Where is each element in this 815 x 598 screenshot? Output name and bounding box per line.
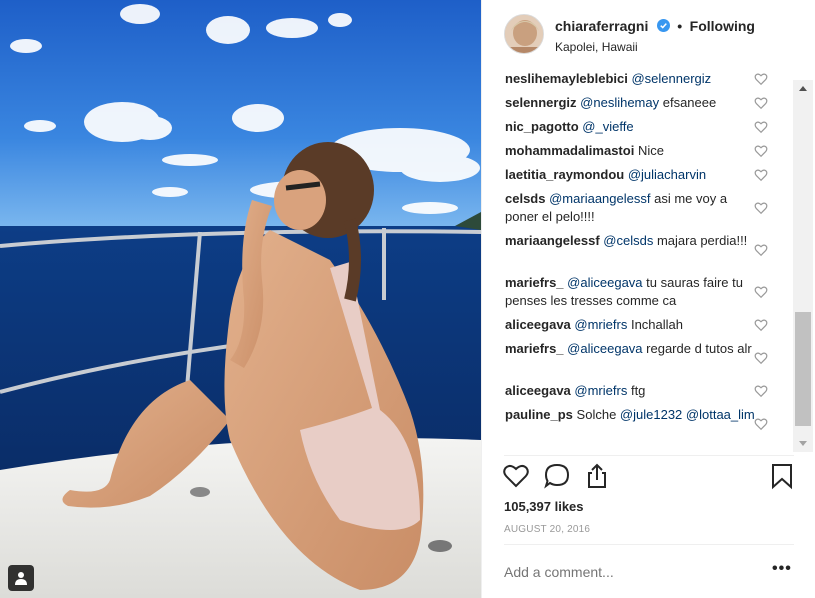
following-button[interactable]: Following	[690, 18, 755, 34]
comment-username[interactable]: aliceegava	[505, 317, 571, 332]
comment-mention[interactable]: @lottaa_lim	[686, 407, 755, 422]
comment-like-icon[interactable]	[754, 168, 768, 182]
comment-text: efsaneee	[662, 95, 717, 110]
comment-mention[interactable]: @aliceegava	[567, 275, 642, 290]
comment-item: selennergiz @neslihemay efsaneee	[505, 94, 755, 112]
comments-scrollbar[interactable]	[793, 80, 813, 452]
comment-mention[interactable]: @selennergiz	[631, 72, 711, 86]
comment-mention[interactable]: @mariaangelessf	[549, 191, 650, 206]
comment-username[interactable]: laetitia_raymondou	[505, 167, 624, 182]
comment-item: aliceegava @mriefrs ftg	[505, 382, 755, 400]
post-date[interactable]: AUGUST 20, 2016	[504, 524, 590, 535]
comment-username[interactable]: mariaangelessf	[505, 233, 600, 248]
comment-like-icon[interactable]	[754, 144, 768, 158]
comments-list[interactable]: neslihemayleblebici @selennergiz selenne…	[482, 72, 792, 452]
comment-text: Solche	[576, 407, 617, 422]
divider	[504, 544, 794, 545]
comment-item: laetitia_raymondou @juliacharvin	[505, 166, 755, 184]
scroll-down-arrow-icon[interactable]	[793, 435, 813, 452]
comment-like-icon[interactable]	[754, 285, 768, 299]
comment-text: Nice	[637, 143, 664, 158]
comment-username[interactable]: celsds	[505, 191, 545, 206]
comment-like-icon[interactable]	[754, 351, 768, 365]
scrollbar-thumb[interactable]	[795, 312, 811, 426]
post-header: chiaraferragni • Following Kapolei, Hawa…	[482, 0, 815, 72]
username-link[interactable]: chiaraferragni	[555, 18, 648, 34]
comment-item: pauline_ps Solche @jule1232 @lottaa_lim	[505, 406, 755, 424]
user-tag-button[interactable]	[8, 565, 34, 591]
action-bar	[482, 460, 815, 494]
comment-username[interactable]: pauline_ps	[505, 407, 573, 422]
comment-like-icon[interactable]	[754, 384, 768, 398]
comment-like-icon[interactable]	[754, 318, 768, 332]
comment-mention[interactable]: @_vieffe	[582, 119, 633, 134]
more-options-button[interactable]: •••	[772, 560, 792, 578]
comment-like-icon[interactable]	[754, 417, 768, 431]
comment-text: ftg	[630, 383, 646, 398]
comment-mention[interactable]: @mriefrs	[574, 383, 627, 398]
comment-username[interactable]: mohammadalimastoi	[505, 143, 634, 158]
comment-item: aliceegava @mriefrs Inchallah	[505, 316, 755, 334]
comment-mention[interactable]: @mriefrs	[574, 317, 627, 332]
comment-username[interactable]: mariefrs_	[505, 341, 564, 356]
comment-item: mohammadalimastoi Nice	[505, 142, 755, 160]
comment-text: regarde d tutos alr	[646, 341, 752, 356]
bookmark-icon[interactable]	[768, 462, 796, 490]
comment-username[interactable]: selennergiz	[505, 95, 577, 110]
share-icon[interactable]	[583, 462, 611, 490]
avatar-image	[505, 15, 543, 53]
comment-username[interactable]: neslihemayleblebici	[505, 72, 628, 86]
comment-text: majara perdia!!!	[656, 233, 748, 248]
scroll-up-arrow-icon[interactable]	[793, 80, 813, 97]
verified-badge-icon	[656, 19, 670, 32]
comment-item: mariaangelessf @celsds majara perdia!!!	[505, 232, 755, 250]
comment-item: celsds @mariaangelessf asi me voy a pone…	[505, 190, 755, 226]
comment-like-icon[interactable]	[754, 72, 768, 86]
post-photo[interactable]	[0, 0, 481, 598]
comment-like-icon[interactable]	[754, 243, 768, 257]
comment-username[interactable]: nic_pagotto	[505, 119, 579, 134]
location-link[interactable]: Kapolei, Hawaii	[555, 40, 755, 54]
comment-mention[interactable]: @jule1232	[620, 407, 682, 422]
comment-mention[interactable]: @juliacharvin	[628, 167, 706, 182]
comment-item: mariefrs_ @aliceegava tu sauras faire tu…	[505, 274, 755, 310]
post-sidebar: chiaraferragni • Following Kapolei, Hawa…	[481, 0, 815, 598]
comment-like-icon[interactable]	[754, 120, 768, 134]
comment-username[interactable]: mariefrs_	[505, 275, 564, 290]
comment-mention[interactable]: @celsds	[603, 233, 653, 248]
divider	[504, 455, 794, 456]
avatar[interactable]	[504, 14, 544, 54]
comment-text: Inchallah	[630, 317, 683, 332]
comment-mention[interactable]: @neslihemay	[580, 95, 659, 110]
add-comment-input[interactable]	[504, 563, 754, 581]
heart-icon[interactable]	[502, 462, 530, 490]
comment-like-icon[interactable]	[754, 201, 768, 215]
photo-image	[0, 0, 481, 598]
speech-bubble-icon[interactable]	[543, 462, 571, 490]
comment-username[interactable]: aliceegava	[505, 383, 571, 398]
comment-item: mariefrs_ @aliceegava regarde d tutos al…	[505, 340, 755, 358]
comment-mention[interactable]: @aliceegava	[567, 341, 642, 356]
comment-like-icon[interactable]	[754, 96, 768, 110]
user-tag-icon	[15, 572, 27, 585]
likes-count[interactable]: 105,397 likes	[504, 499, 584, 514]
comment-item: nic_pagotto @_vieffe	[505, 118, 755, 136]
separator-dot: •	[677, 18, 683, 34]
comment-item: neslihemayleblebici @selennergiz	[505, 72, 755, 88]
